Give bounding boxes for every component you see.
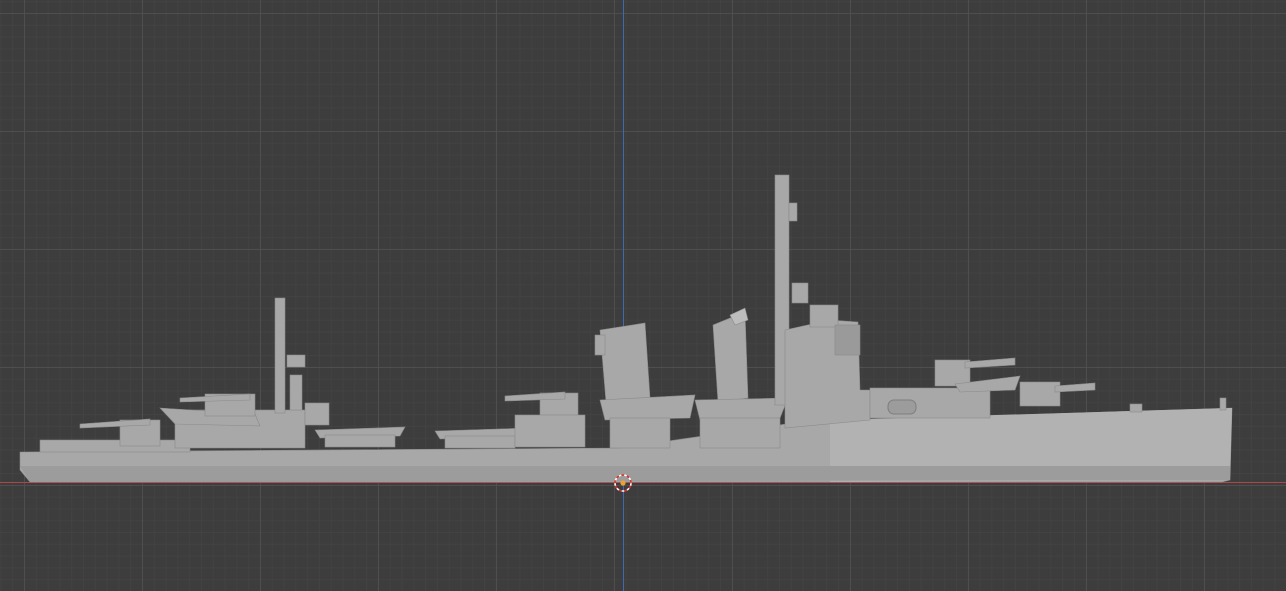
mid-gun-base bbox=[514, 414, 586, 448]
forward-gun-barrel-2 bbox=[1054, 382, 1096, 393]
torpedo-base-aft bbox=[324, 434, 396, 448]
fore-funnel bbox=[712, 311, 749, 403]
aft-mast-platform bbox=[286, 354, 306, 368]
bridge-window-block bbox=[834, 324, 861, 356]
aft-funnel-vent bbox=[594, 334, 606, 356]
boat-davit-fwd bbox=[699, 417, 781, 449]
ship-model[interactable] bbox=[0, 0, 1286, 591]
forward-gun-barrel-1 bbox=[964, 357, 1016, 369]
forward-deckhouse bbox=[869, 387, 991, 419]
aft-searchlight-block bbox=[304, 402, 330, 426]
aft-funnel bbox=[599, 322, 651, 403]
forecastle-fitting bbox=[1129, 403, 1143, 413]
torpedo-base-fwd bbox=[444, 435, 516, 449]
foremast-platform bbox=[791, 282, 809, 304]
3d-cursor-icon[interactable] bbox=[613, 473, 633, 493]
forward-gun-turret-2 bbox=[1019, 381, 1061, 407]
aft-mast-fitting bbox=[289, 374, 303, 411]
bridge-top bbox=[809, 304, 839, 328]
jack-staff bbox=[1219, 397, 1227, 411]
boat-davit-aft bbox=[609, 417, 671, 449]
aft-mast bbox=[274, 297, 286, 414]
3d-viewport[interactable] bbox=[0, 0, 1286, 591]
foremast-yard bbox=[788, 202, 798, 222]
porthole bbox=[887, 399, 917, 415]
aft-deck-house bbox=[39, 439, 191, 453]
fore-funnel-base bbox=[694, 397, 789, 421]
